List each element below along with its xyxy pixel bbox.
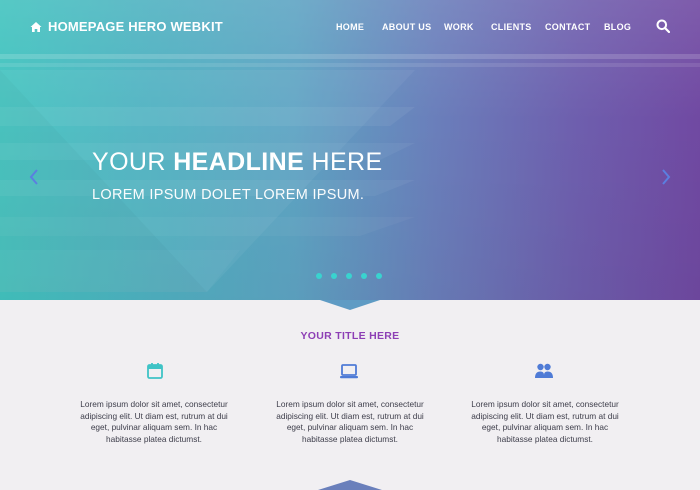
main-nav: HOME ABOUT US WORK CLIENTS CONTACT BLOG [0,22,700,34]
search-icon[interactable] [656,19,670,33]
nav-item-home[interactable]: HOME [336,22,364,32]
slider-dots [316,273,391,279]
hero-subline: LOREM IPSUM DOLET LOREM IPSUM. [92,187,365,203]
hero-headline: YOUR HEADLINE HERE [92,148,383,177]
nav-item-blog[interactable]: BLOG [604,22,631,32]
slider-dot[interactable] [346,273,352,279]
nav-item-work[interactable]: WORK [444,22,474,32]
chevron-right-icon[interactable] [660,168,672,186]
headline-post: HERE [304,148,383,176]
feature-text-2: Lorem ipsum dolor sit amet, consectetur … [276,399,424,444]
chevron-left-icon[interactable] [28,168,40,186]
nav-item-clients[interactable]: CLIENTS [491,22,532,32]
calendar-icon [147,363,163,379]
hero-banner: HOMEPAGE HERO WEBKIT HOME ABOUT US WORK … [0,0,700,300]
users-icon [535,363,553,378]
slider-dot[interactable] [316,273,322,279]
feature-text-1: Lorem ipsum dolor sit amet, consectetur … [80,399,228,444]
laptop-icon [340,364,358,379]
headline-bold: HEADLINE [173,148,305,176]
section-title: YOUR TITLE HERE [300,330,400,342]
nav-item-contact[interactable]: CONTACT [545,22,590,32]
nav-item-about-us[interactable]: ABOUT US [382,22,431,32]
slider-dot[interactable] [376,273,382,279]
feature-text-3: Lorem ipsum dolor sit amet, consectetur … [471,399,619,444]
slider-dot[interactable] [361,273,367,279]
slider-dot[interactable] [331,273,337,279]
next-section-pointer [318,480,382,490]
headline-pre: YOUR [92,148,174,176]
top-navbar: HOMEPAGE HERO WEBKIT HOME ABOUT US WORK … [0,0,700,54]
hero-notch-pointer [320,300,380,310]
